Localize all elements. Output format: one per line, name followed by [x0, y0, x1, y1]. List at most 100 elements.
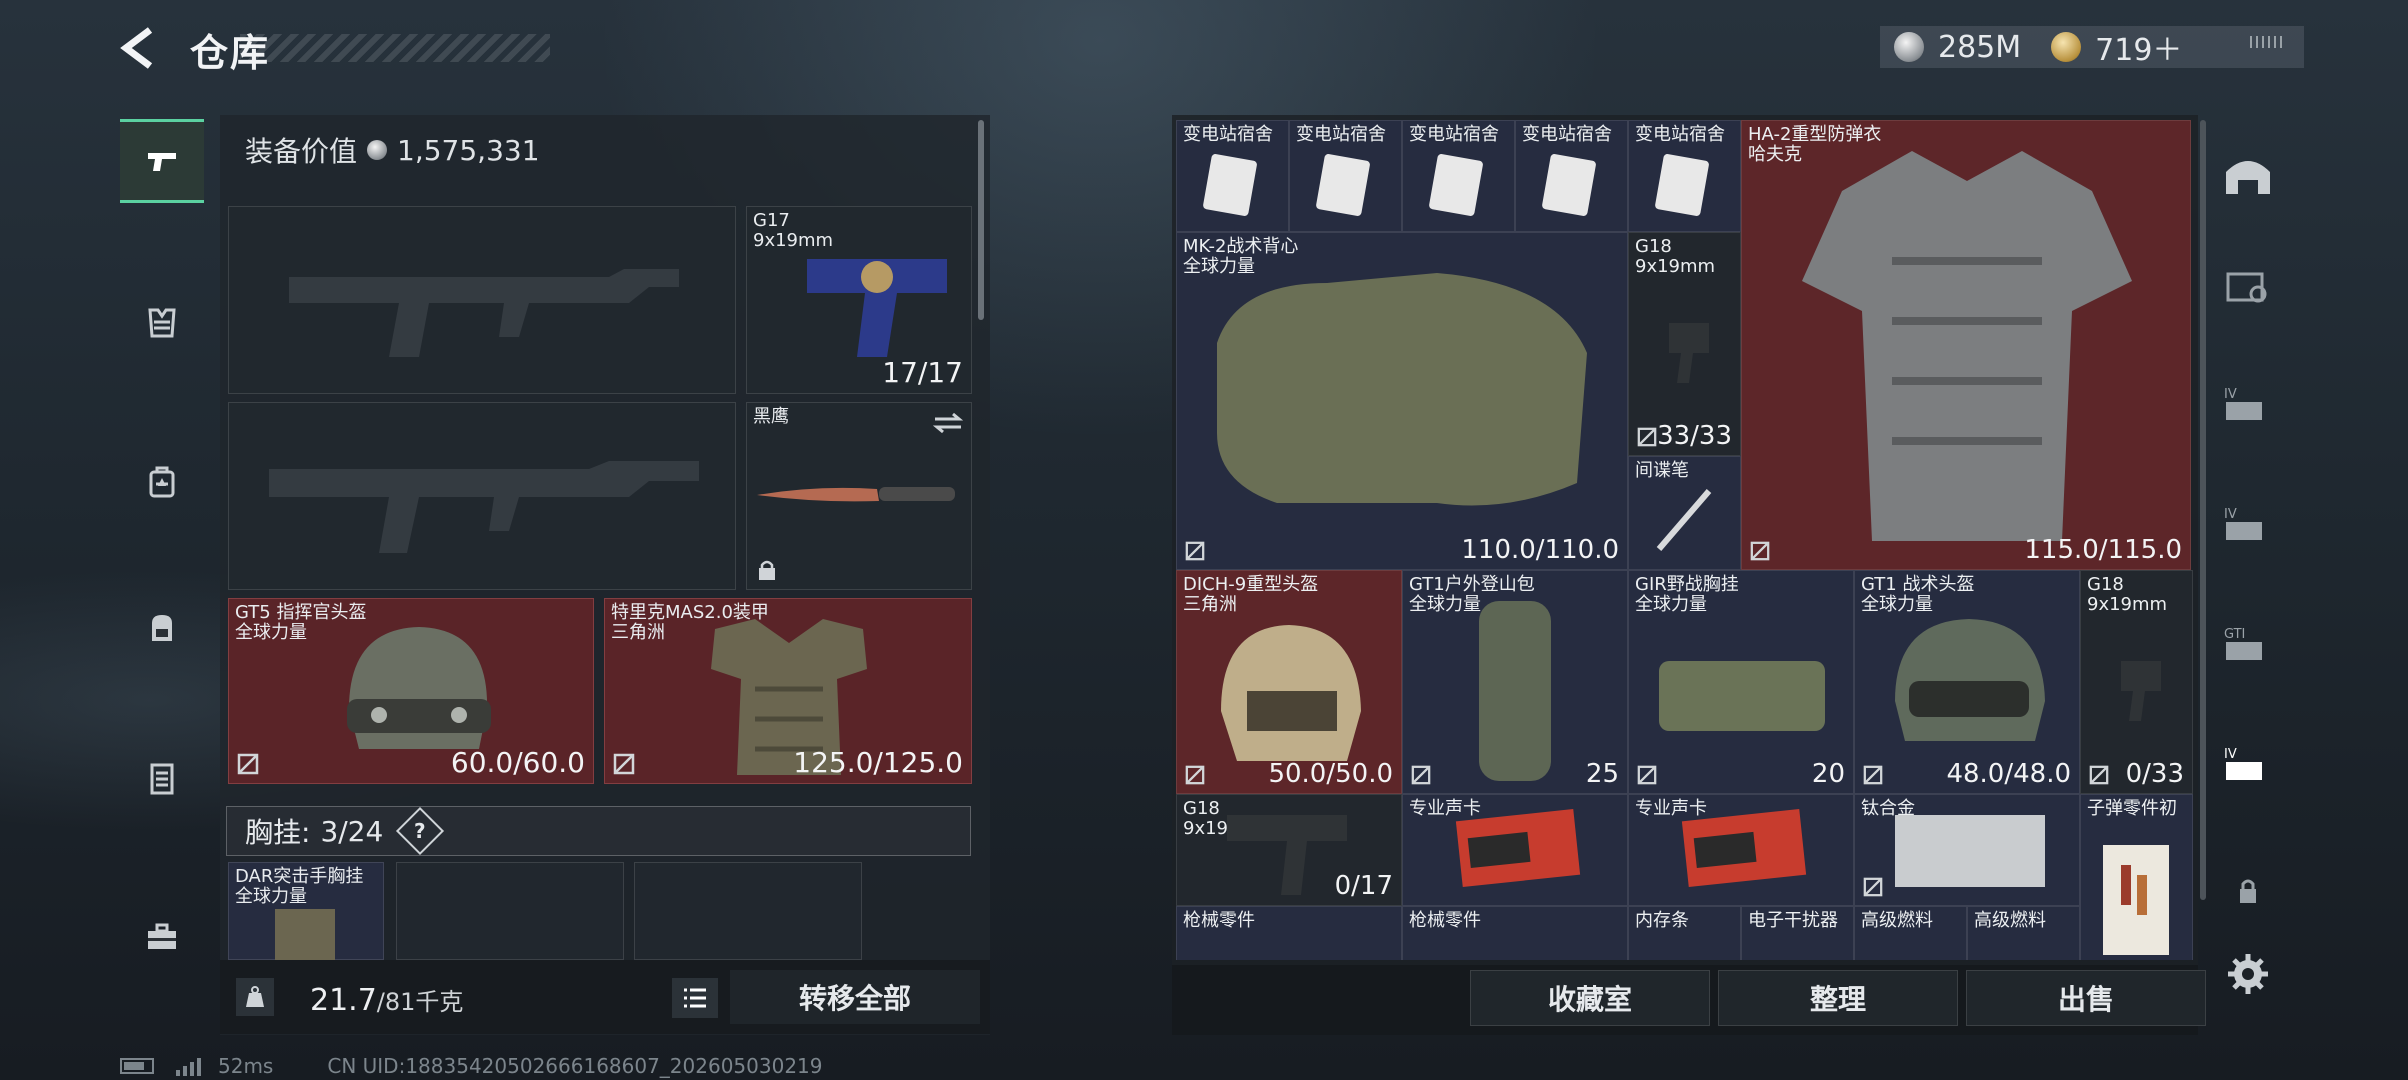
chest-rig-count: 3/24: [320, 814, 384, 848]
bullet-box-icon: [2103, 845, 2169, 955]
sidearm-slot[interactable]: G17 9x19mm 17/17: [746, 206, 972, 394]
storage-item-key[interactable]: 变电站宿舍: [1402, 120, 1515, 232]
item-ammo: 0/17: [1334, 871, 1393, 901]
gold-amount[interactable]: 719＋: [2095, 25, 2182, 69]
carry-weight-max: /81千克: [376, 988, 464, 1016]
settings-gear-icon[interactable]: [2226, 952, 2270, 996]
armor-slot[interactable]: 特里克MAS2.0装甲 三角洲 125.0/125.0: [604, 598, 972, 784]
storage-page-tab[interactable]: [2212, 250, 2284, 322]
storage-grid: 变电站宿舍 变电站宿舍 变电站宿舍 变电站宿舍 变电站宿舍 HA-2重型防弹衣 …: [1176, 120, 2194, 960]
storage-item-gt1-backpack[interactable]: GT1户外登山包 全球力量 25: [1402, 570, 1628, 794]
item-durability: 110.0/110.0: [1461, 535, 1619, 565]
storage-page-tab[interactable]: GTI: [2212, 610, 2284, 682]
sell-button[interactable]: 出售: [1966, 970, 2206, 1026]
nav-backpack[interactable]: [120, 585, 204, 669]
storage-item-gt1-helmet[interactable]: GT1 战术头盔 全球力量 48.0/48.0: [1854, 570, 2080, 794]
nav-toolbox[interactable]: [120, 895, 204, 979]
carry-weight-current: 21.7: [310, 983, 377, 1018]
pen-icon: [1656, 489, 1712, 551]
storage-item-bullet-parts[interactable]: 子弹零件初: [2080, 794, 2193, 960]
storage-item-fuel[interactable]: 高级燃料: [1967, 906, 2080, 960]
metal-plate-icon: [1895, 815, 2045, 887]
no-insurance-icon: [613, 753, 635, 775]
storage-item-key[interactable]: 变电站宿舍: [1176, 120, 1289, 232]
title-decoration: [240, 34, 550, 62]
storage-item-g18[interactable]: G18 9x19mm 33/33: [1628, 232, 1741, 456]
heavy-armor-icon: [1802, 151, 2132, 541]
nav-container[interactable]: [120, 735, 204, 819]
helmet-slot[interactable]: GT5 指挥官头盔 全球力量 60.0/60.0: [228, 598, 594, 784]
item-ammo: 0/33: [2125, 759, 2184, 789]
storage-item-titanium[interactable]: 钛合金: [1854, 794, 2080, 906]
no-insurance-icon: [2089, 765, 2109, 785]
sort-button[interactable]: 整理: [1718, 970, 1958, 1026]
locked-page-tab[interactable]: [2212, 855, 2284, 927]
storage-item-key[interactable]: 变电站宿舍: [1289, 120, 1402, 232]
favorites-room-button[interactable]: 收藏室: [1470, 970, 1710, 1026]
equipment-scrollbar[interactable]: [978, 120, 984, 320]
backpack-icon: [152, 615, 172, 641]
storage-item-jammer[interactable]: 电子干扰器: [1741, 906, 1854, 960]
storage-page-tab[interactable]: IV: [2212, 490, 2284, 562]
chest-rig-image-icon: [275, 909, 335, 961]
silver-coin-icon: [367, 140, 388, 160]
storage-item-sound-card[interactable]: 专业声卡: [1628, 794, 1854, 906]
storage-item-gun-parts[interactable]: 枪械零件: [1402, 906, 1628, 960]
transfer-all-button[interactable]: 转移全部: [730, 970, 980, 1024]
carry-weight: 21.7/81千克: [310, 982, 463, 1018]
sound-card-icon: [1681, 809, 1807, 887]
ping: 52ms: [218, 1054, 274, 1078]
storage-item-dich9-helmet[interactable]: DICH-9重型头盔 三角洲 50.0/50.0: [1176, 570, 1402, 794]
back-arrow-icon[interactable]: [118, 26, 162, 70]
currency-bar: 285M 719＋: [1880, 26, 2304, 68]
primary-weapon-slot-2[interactable]: [228, 402, 736, 590]
knife-icon: [757, 487, 955, 502]
no-insurance-icon: [1637, 765, 1657, 785]
list-view-button[interactable]: [672, 978, 718, 1018]
storage-tier-icon: IV: [2224, 387, 2262, 420]
storage-page-tab-active[interactable]: IV: [2212, 730, 2284, 802]
pistol-icon: [148, 153, 176, 171]
storage-tier-icon: IV: [2224, 747, 2262, 780]
player-uid: CN UID:18835420502666168607_202605030219: [327, 1054, 823, 1078]
storage-item-fuel[interactable]: 高级燃料: [1854, 906, 1967, 960]
no-insurance-icon: [1185, 541, 1205, 561]
storage-item-gir-chest-rig[interactable]: GIR野战胸挂 全球力量 20: [1628, 570, 1854, 794]
help-icon[interactable]: ?: [396, 806, 445, 856]
nav-weapons[interactable]: [120, 119, 204, 203]
nav-armor[interactable]: [120, 280, 204, 364]
signal-icon: [176, 1058, 201, 1076]
rifle-silhouette-icon: [269, 461, 699, 553]
nav-chest-rig[interactable]: [120, 440, 204, 524]
item-name: 高级燃料: [1861, 910, 1933, 931]
chest-rig-empty-slot[interactable]: [396, 862, 624, 960]
sound-card-icon: [1455, 809, 1581, 887]
storage-item-sound-card[interactable]: 专业声卡: [1402, 794, 1628, 906]
chest-rig-empty-slot[interactable]: [634, 862, 862, 960]
toolbox-icon: [148, 923, 176, 949]
storage-item-mk2-vest[interactable]: MK-2战术背心 全球力量 110.0/110.0: [1176, 232, 1628, 570]
storage-item-g18[interactable]: G18 9x19mm 0/33: [2080, 570, 2193, 794]
primary-weapon-slot-1[interactable]: [228, 206, 736, 394]
corner-decoration: [2250, 36, 2284, 48]
storage-item-gun-parts[interactable]: 枪械零件: [1176, 906, 1402, 960]
chest-rig-capacity-bar: 胸挂: 3/24 ?: [226, 806, 971, 856]
storage-item-ha2-armor[interactable]: HA-2重型防弹衣 哈夫克 115.0/115.0: [1741, 120, 2191, 570]
keycard-icon: [1316, 154, 1370, 216]
status-line: 52ms CN UID:18835420502666168607_2026050…: [120, 1054, 823, 1078]
storage-home-tab[interactable]: [2212, 140, 2284, 212]
storage-scrollbar[interactable]: [2200, 120, 2206, 900]
storage-item-key[interactable]: 变电站宿舍: [1515, 120, 1628, 232]
storage-item-key[interactable]: 变电站宿舍: [1628, 120, 1741, 232]
storage-item-g18-wide[interactable]: G18 9x19mm 0/17: [1176, 794, 1402, 906]
item-durability: 50.0/50.0: [1268, 759, 1393, 789]
keycard-icon: [1203, 154, 1257, 216]
storage-item-spy-pen[interactable]: 间谍笔: [1628, 456, 1741, 570]
storage-item-ram[interactable]: 内存条: [1628, 906, 1741, 960]
item-durability: 115.0/115.0: [2024, 535, 2182, 565]
chest-rig-item[interactable]: DAR突击手胸挂 全球力量: [228, 862, 384, 961]
melee-slot[interactable]: 黑鹰: [746, 402, 972, 590]
storage-page-tab[interactable]: IV: [2212, 370, 2284, 442]
no-insurance-icon: [1637, 427, 1657, 447]
item-name: 电子干扰器: [1748, 910, 1838, 931]
